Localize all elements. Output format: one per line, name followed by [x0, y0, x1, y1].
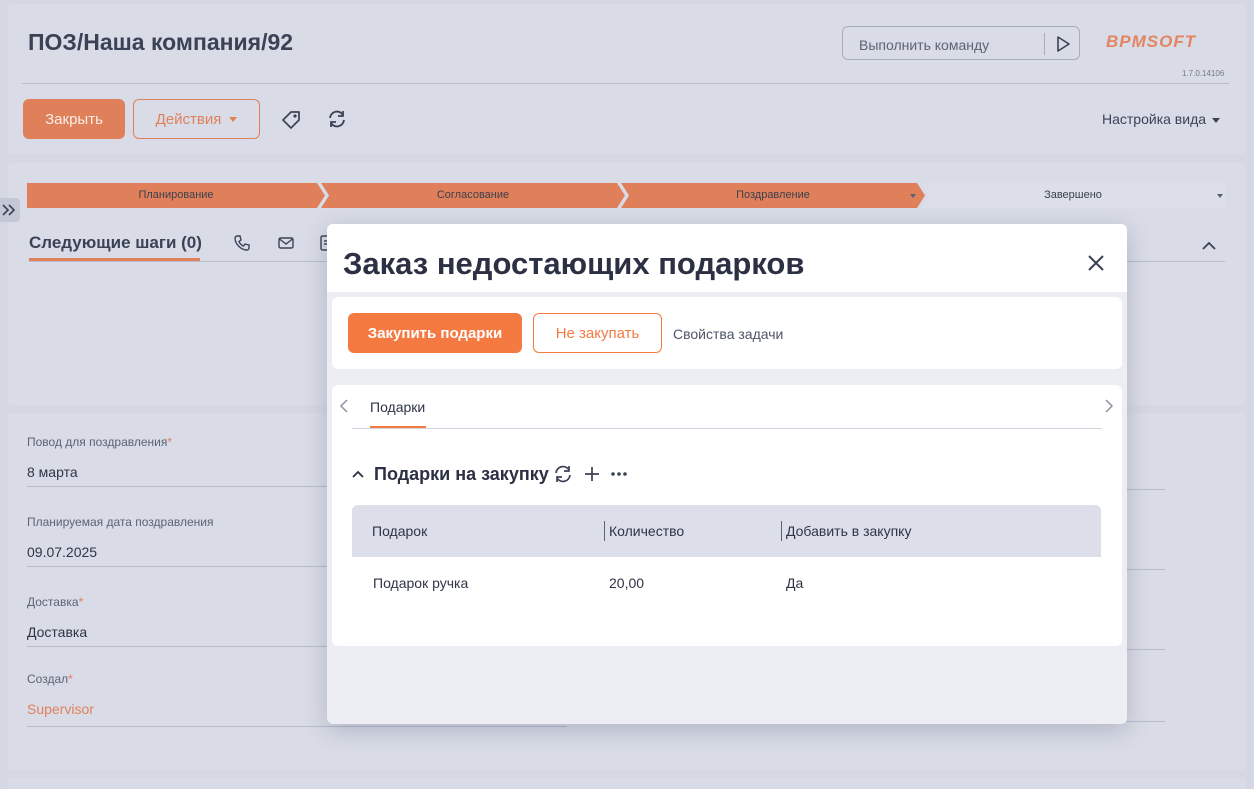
- task-properties-link[interactable]: Свойства задачи: [673, 326, 783, 342]
- field-underline: [1127, 489, 1165, 490]
- chevron-right-icon[interactable]: [1104, 399, 1114, 413]
- modal-action-bar: Закупить подарки Не закупать Свойства за…: [332, 297, 1122, 369]
- field-label-text: Доставка: [27, 595, 79, 609]
- tab-divider: [352, 428, 1102, 429]
- column-header-add-to-purchase[interactable]: Добавить в закупку: [786, 523, 911, 539]
- field-value-occasion[interactable]: 8 марта: [27, 464, 78, 480]
- command-separator: [1044, 33, 1045, 55]
- cell-quantity: 20,00: [609, 575, 645, 591]
- column-header-quantity[interactable]: Количество: [609, 523, 684, 539]
- expand-sidebar-button[interactable]: [0, 198, 20, 222]
- required-mark: *: [167, 435, 173, 449]
- tag-icon[interactable]: [280, 109, 302, 131]
- column-header-gift[interactable]: Подарок: [372, 523, 427, 539]
- tab-gifts[interactable]: Подарки: [370, 399, 425, 415]
- view-settings-label: Настройка вида: [1102, 111, 1207, 127]
- stage-planning[interactable]: Планирование: [27, 183, 325, 208]
- plus-icon[interactable]: [582, 464, 602, 484]
- field-value-created-by[interactable]: Supervisor: [27, 701, 94, 717]
- column-separator[interactable]: [781, 521, 782, 541]
- no-buy-button[interactable]: Не закупать: [533, 313, 662, 353]
- stage-congratulation[interactable]: Поздравление: [621, 183, 925, 208]
- actions-button[interactable]: Действия: [133, 99, 260, 139]
- stage-completed[interactable]: Завершено: [921, 183, 1225, 208]
- logo: BPMSOFT: [1106, 32, 1197, 51]
- close-icon[interactable]: [1086, 253, 1106, 273]
- chevron-down-icon[interactable]: [910, 194, 916, 198]
- double-chevron-right-icon: [2, 204, 16, 216]
- phone-icon[interactable]: [233, 234, 251, 252]
- stage-approval[interactable]: Согласование: [321, 183, 625, 208]
- field-label-delivery: Доставка*: [27, 595, 83, 609]
- table-header: Подарок Количество Добавить в закупку: [352, 505, 1101, 557]
- version-label: 1.7.0.14106: [1182, 69, 1225, 78]
- modal-title: Заказ недостающих подарков: [343, 246, 805, 281]
- field-underline: [1127, 569, 1165, 570]
- email-icon[interactable]: [277, 234, 295, 252]
- chevron-down-icon[interactable]: [1217, 194, 1223, 198]
- field-label-text: Создал: [27, 672, 69, 686]
- command-input[interactable]: Выполнить команду: [842, 26, 1080, 60]
- field-value-delivery[interactable]: Доставка: [27, 624, 87, 640]
- field-label-text: Повод для поздравления: [27, 435, 168, 449]
- chevron-down-icon: [1212, 117, 1221, 123]
- field-label-text: Планируемая дата поздравления: [27, 515, 214, 529]
- column-separator[interactable]: [604, 521, 605, 541]
- modal-body: Подарки Подарки на закупку Подарок Колич…: [332, 385, 1122, 646]
- field-underline: [27, 726, 567, 727]
- field-underline: [1127, 649, 1165, 650]
- modal-header: Заказ недостающих подарков: [327, 224, 1127, 292]
- next-steps-tab[interactable]: Следующие шаги (0): [29, 233, 202, 253]
- required-mark: *: [78, 595, 84, 609]
- actions-label: Действия: [155, 110, 222, 128]
- required-mark: *: [68, 672, 73, 686]
- refresh-icon[interactable]: [553, 464, 573, 484]
- group-title: Подарки на закупку: [374, 464, 549, 484]
- field-underline: [1127, 721, 1165, 722]
- stage-bar: Планирование Согласование Поздравление З…: [27, 183, 1225, 208]
- command-placeholder: Выполнить команду: [859, 37, 990, 53]
- chevron-left-icon[interactable]: [339, 399, 349, 413]
- bottom-panel: [8, 778, 1246, 789]
- page-title: ПОЗ/Наша компания/92: [28, 29, 294, 55]
- chevron-down-icon: [229, 117, 238, 123]
- cell-gift: Подарок ручка: [373, 575, 469, 591]
- field-value-planned-date[interactable]: 09.07.2025: [27, 544, 97, 560]
- close-button[interactable]: Закрыть: [23, 99, 125, 139]
- view-settings-button[interactable]: Настройка вида: [1102, 111, 1221, 127]
- field-label-created-by: Создал*: [27, 672, 73, 686]
- modal-dialog: Заказ недостающих подарков Закупить пода…: [327, 224, 1127, 724]
- chevron-up-icon[interactable]: [1201, 238, 1217, 254]
- chevron-up-icon[interactable]: [351, 467, 365, 481]
- field-label-planned-date: Планируемая дата поздравления: [27, 515, 213, 529]
- buy-gifts-button[interactable]: Закупить подарки: [348, 313, 522, 353]
- refresh-icon[interactable]: [326, 108, 348, 130]
- header-divider: [22, 83, 1229, 84]
- more-icon[interactable]: [609, 464, 629, 484]
- cell-add-to-purchase: Да: [786, 575, 804, 591]
- play-icon[interactable]: [1055, 35, 1071, 53]
- field-label-occasion: Повод для поздравления*: [27, 435, 172, 449]
